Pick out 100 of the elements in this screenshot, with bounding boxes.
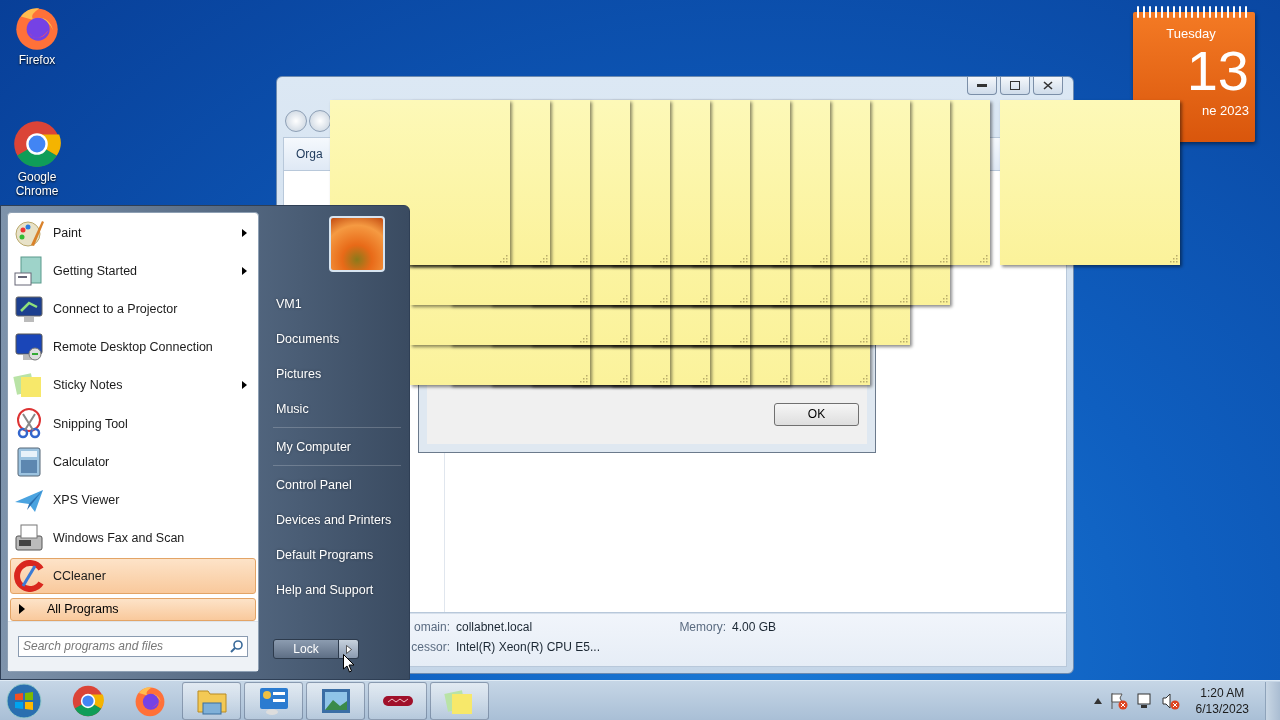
resize-grip-icon[interactable]	[740, 335, 748, 343]
resize-grip-icon[interactable]	[820, 375, 828, 383]
resize-grip-icon[interactable]	[900, 295, 908, 303]
start-menu-link[interactable]: Devices and Printers	[273, 502, 401, 537]
back-button[interactable]	[285, 110, 307, 132]
resize-grip-icon[interactable]	[1170, 255, 1178, 263]
resize-grip-icon[interactable]	[660, 375, 668, 383]
resize-grip-icon[interactable]	[820, 295, 828, 303]
speaker-muted-icon[interactable]	[1161, 691, 1180, 710]
resize-grip-icon[interactable]	[780, 255, 788, 263]
start-menu-link[interactable]: Music	[273, 391, 401, 426]
resize-grip-icon[interactable]	[660, 255, 668, 263]
resize-grip-icon[interactable]	[700, 295, 708, 303]
resize-grip-icon[interactable]	[620, 255, 628, 263]
resize-grip-icon[interactable]	[820, 335, 828, 343]
resize-grip-icon[interactable]	[860, 375, 868, 383]
resize-grip-icon[interactable]	[900, 255, 908, 263]
resize-grip-icon[interactable]	[860, 335, 868, 343]
minimize-button[interactable]	[967, 77, 997, 95]
maximize-button[interactable]	[1000, 77, 1030, 95]
program-item[interactable]: Connect to a Projector	[10, 291, 256, 328]
resize-grip-icon[interactable]	[580, 335, 588, 343]
show-hidden-icons-icon[interactable]	[1093, 697, 1102, 704]
search-field[interactable]: Search programs and files	[18, 635, 248, 657]
start-menu-link[interactable]: Help and Support	[273, 572, 401, 607]
submenu-arrow-icon[interactable]	[242, 381, 247, 390]
detail-label: omain:	[413, 620, 450, 636]
resize-grip-icon[interactable]	[740, 295, 748, 303]
flag-error-icon[interactable]	[1109, 691, 1128, 710]
close-icon	[1043, 81, 1053, 90]
desktop-icon-label[interactable]: Firefox	[18, 53, 56, 67]
program-item[interactable]: Snipping Tool	[10, 405, 256, 442]
lock-button[interactable]: Lock	[273, 639, 339, 659]
network-icon[interactable]	[1135, 691, 1154, 710]
start-menu-link[interactable]: My Computer	[273, 429, 401, 464]
user-picture[interactable]	[329, 216, 385, 272]
resize-grip-icon[interactable]	[860, 295, 868, 303]
start-menu-link[interactable]: Pictures	[273, 356, 401, 391]
program-item[interactable]: CCleaner	[10, 557, 256, 594]
power-options-button[interactable]	[339, 639, 359, 659]
taskbar-button[interactable]	[182, 681, 241, 720]
submenu-arrow-icon[interactable]	[242, 229, 247, 238]
start-orb-icon[interactable]	[6, 682, 42, 719]
start-menu-link[interactable]: Documents	[273, 321, 401, 356]
organize-button[interactable]: Orga	[284, 141, 323, 167]
program-item[interactable]: Paint	[10, 215, 256, 252]
desktop-icon-label[interactable]: Google Chrome	[6, 170, 68, 198]
resize-grip-icon[interactable]	[700, 335, 708, 343]
resize-grip-icon[interactable]	[660, 295, 668, 303]
caret-icon	[345, 644, 352, 654]
program-item[interactable]: XPS Viewer	[10, 481, 256, 518]
program-item[interactable]: Windows Fax and Scan	[10, 519, 256, 556]
resize-grip-icon[interactable]	[780, 335, 788, 343]
program-item[interactable]: Calculator	[10, 443, 256, 480]
resize-grip-icon[interactable]	[820, 255, 828, 263]
show-desktop-button[interactable]	[1265, 681, 1280, 720]
getting-started-icon	[13, 255, 45, 288]
clock-time: 1:20 AM	[1200, 684, 1245, 701]
program-item[interactable]: Getting Started	[10, 253, 256, 290]
resize-grip-icon[interactable]	[580, 295, 588, 303]
resize-grip-icon[interactable]	[580, 255, 588, 263]
resize-grip-icon[interactable]	[940, 255, 948, 263]
resize-grip-icon[interactable]	[740, 255, 748, 263]
resize-grip-icon[interactable]	[580, 375, 588, 383]
detail-label: Memory:	[679, 620, 727, 636]
submenu-arrow-icon[interactable]	[242, 267, 247, 276]
detail-value: 4.00 GB	[732, 620, 777, 636]
resize-grip-icon[interactable]	[780, 375, 788, 383]
resize-grip-icon[interactable]	[700, 375, 708, 383]
resize-grip-icon[interactable]	[500, 255, 508, 263]
search-icon	[230, 639, 243, 653]
close-button[interactable]	[1033, 77, 1063, 95]
program-item[interactable]: Sticky Notes	[10, 367, 256, 404]
program-item[interactable]: Remote Desktop Connection	[10, 329, 256, 366]
expand-arrow-icon	[19, 604, 25, 615]
forward-button[interactable]	[309, 110, 331, 132]
detail-value: collabnet.local	[456, 620, 534, 636]
clock[interactable]: 1:20 AM 6/13/2023	[1195, 684, 1249, 717]
resize-grip-icon[interactable]	[620, 295, 628, 303]
maximize-icon	[1010, 81, 1020, 90]
picture-frame-icon	[319, 686, 352, 715]
resize-grip-icon[interactable]	[700, 255, 708, 263]
resize-grip-icon[interactable]	[900, 335, 908, 343]
taskbar-button[interactable]	[368, 681, 427, 720]
taskbar-button[interactable]	[244, 681, 303, 720]
resize-grip-icon[interactable]	[620, 335, 628, 343]
start-menu-link[interactable]: Control Panel	[273, 467, 401, 502]
resize-grip-icon[interactable]	[540, 255, 548, 263]
resize-grip-icon[interactable]	[740, 375, 748, 383]
resize-grip-icon[interactable]	[660, 335, 668, 343]
taskbar-button[interactable]	[306, 681, 365, 720]
resize-grip-icon[interactable]	[980, 255, 988, 263]
resize-grip-icon[interactable]	[940, 295, 948, 303]
all-programs-item[interactable]: All Programs	[10, 597, 256, 621]
resize-grip-icon[interactable]	[620, 375, 628, 383]
resize-grip-icon[interactable]	[860, 255, 868, 263]
start-menu-link[interactable]: VM1	[273, 286, 401, 321]
resize-grip-icon[interactable]	[780, 295, 788, 303]
start-menu-link[interactable]: Default Programs	[273, 537, 401, 572]
ok-button[interactable]: OK	[774, 402, 859, 426]
